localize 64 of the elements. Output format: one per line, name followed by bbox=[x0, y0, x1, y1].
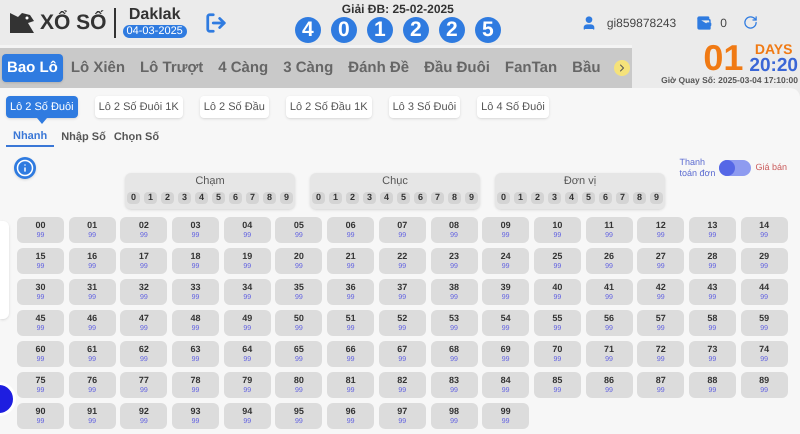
info-button[interactable] bbox=[14, 156, 36, 179]
digit-chip[interactable]: 1 bbox=[514, 192, 527, 204]
digit-chip[interactable]: 7 bbox=[431, 192, 444, 204]
digit-chip[interactable]: 2 bbox=[346, 192, 359, 204]
digit-chip[interactable]: 1 bbox=[329, 192, 342, 204]
payment-toggle-left-label: Thanh toán đơn bbox=[679, 156, 716, 179]
payment-toggle[interactable] bbox=[719, 160, 752, 176]
digit-chip[interactable]: 2 bbox=[531, 192, 544, 204]
digit-chip[interactable]: 9 bbox=[280, 192, 293, 204]
bet-type-button[interactable]: Lô 3 Số Đuôi bbox=[388, 96, 460, 118]
digit-chip[interactable]: 8 bbox=[263, 192, 276, 204]
digit-chip[interactable]: 9 bbox=[465, 192, 478, 204]
input-mode-tab[interactable]: Nhập Số bbox=[60, 128, 107, 147]
digit-chip[interactable]: 4 bbox=[565, 192, 578, 204]
logo-text: XỔ SỐ bbox=[40, 9, 107, 36]
digit-chip[interactable]: 0 bbox=[497, 192, 510, 204]
digit-group-title: Chục bbox=[382, 174, 408, 188]
bet-type-button[interactable]: Lô 2 Số Đuôi bbox=[6, 96, 78, 118]
digit-chip[interactable]: 2 bbox=[161, 192, 174, 204]
user-icon bbox=[580, 14, 597, 30]
bet-type-button[interactable]: Lô 2 Số Đầu bbox=[200, 96, 269, 118]
input-mode-tab[interactable]: Chọn Số bbox=[112, 128, 160, 147]
digit-chip[interactable]: 7 bbox=[246, 192, 259, 204]
digit-chip[interactable]: 7 bbox=[616, 192, 629, 204]
digit-chip[interactable]: 3 bbox=[178, 192, 191, 204]
wallet-icon bbox=[696, 14, 712, 30]
date-badge: 04-03-2025 bbox=[122, 25, 187, 38]
logout-icon[interactable] bbox=[204, 12, 227, 34]
digit-chip[interactable]: 0 bbox=[312, 192, 325, 204]
digit-chip[interactable]: 4 bbox=[380, 192, 393, 204]
countdown-time: 20:20 bbox=[749, 56, 798, 74]
game-tab[interactable]: Bao Lô bbox=[2, 54, 63, 82]
digit-chip[interactable]: 5 bbox=[397, 192, 410, 204]
info-icon bbox=[16, 158, 34, 177]
digit-chip[interactable]: 9 bbox=[650, 192, 663, 204]
scroll-right-button[interactable] bbox=[614, 60, 630, 76]
digit-group-title: Chạm bbox=[195, 174, 225, 188]
bet-type-button[interactable]: Lô 2 Số Đầu 1K bbox=[286, 96, 372, 118]
balance: 0 bbox=[720, 14, 727, 32]
draw-time: Giờ Quay Số: 2025-03-04 17:10:00 bbox=[661, 75, 798, 86]
input-mode-tab[interactable]: Nhanh bbox=[6, 128, 54, 147]
digit-chip[interactable]: 6 bbox=[229, 192, 242, 204]
bet-type-button[interactable]: Lô 4 Số Đuôi bbox=[477, 96, 549, 118]
digit-chip[interactable]: 3 bbox=[548, 192, 561, 204]
username: gi859878243 bbox=[606, 14, 676, 32]
countdown-days: 01 bbox=[703, 40, 744, 76]
digit-chip[interactable]: 6 bbox=[599, 192, 612, 204]
province-name: Daklak bbox=[128, 7, 180, 23]
bet-type-button[interactable]: Lô 2 Số Đuôi 1K bbox=[94, 96, 183, 118]
digit-chip[interactable]: 1 bbox=[144, 192, 157, 204]
payment-toggle-right-label: Giá bán bbox=[755, 161, 787, 174]
days-label: DAYS bbox=[754, 42, 792, 56]
digit-chip[interactable]: 0 bbox=[127, 192, 140, 204]
digit-chip[interactable]: 3 bbox=[363, 192, 376, 204]
refresh-icon[interactable] bbox=[742, 15, 758, 30]
selection-pointer-icon bbox=[36, 118, 47, 124]
special-prize-label: Giải ĐB: 25-02-2025 bbox=[342, 2, 454, 14]
digit-chip[interactable]: 6 bbox=[414, 192, 427, 204]
digit-chip[interactable]: 5 bbox=[582, 192, 595, 204]
digit-chip[interactable]: 8 bbox=[633, 192, 646, 204]
digit-chip[interactable]: 4 bbox=[195, 192, 208, 204]
digit-chip[interactable]: 5 bbox=[212, 192, 225, 204]
digit-chip[interactable]: 8 bbox=[448, 192, 461, 204]
digit-group-title: Đơn vị bbox=[564, 174, 596, 188]
